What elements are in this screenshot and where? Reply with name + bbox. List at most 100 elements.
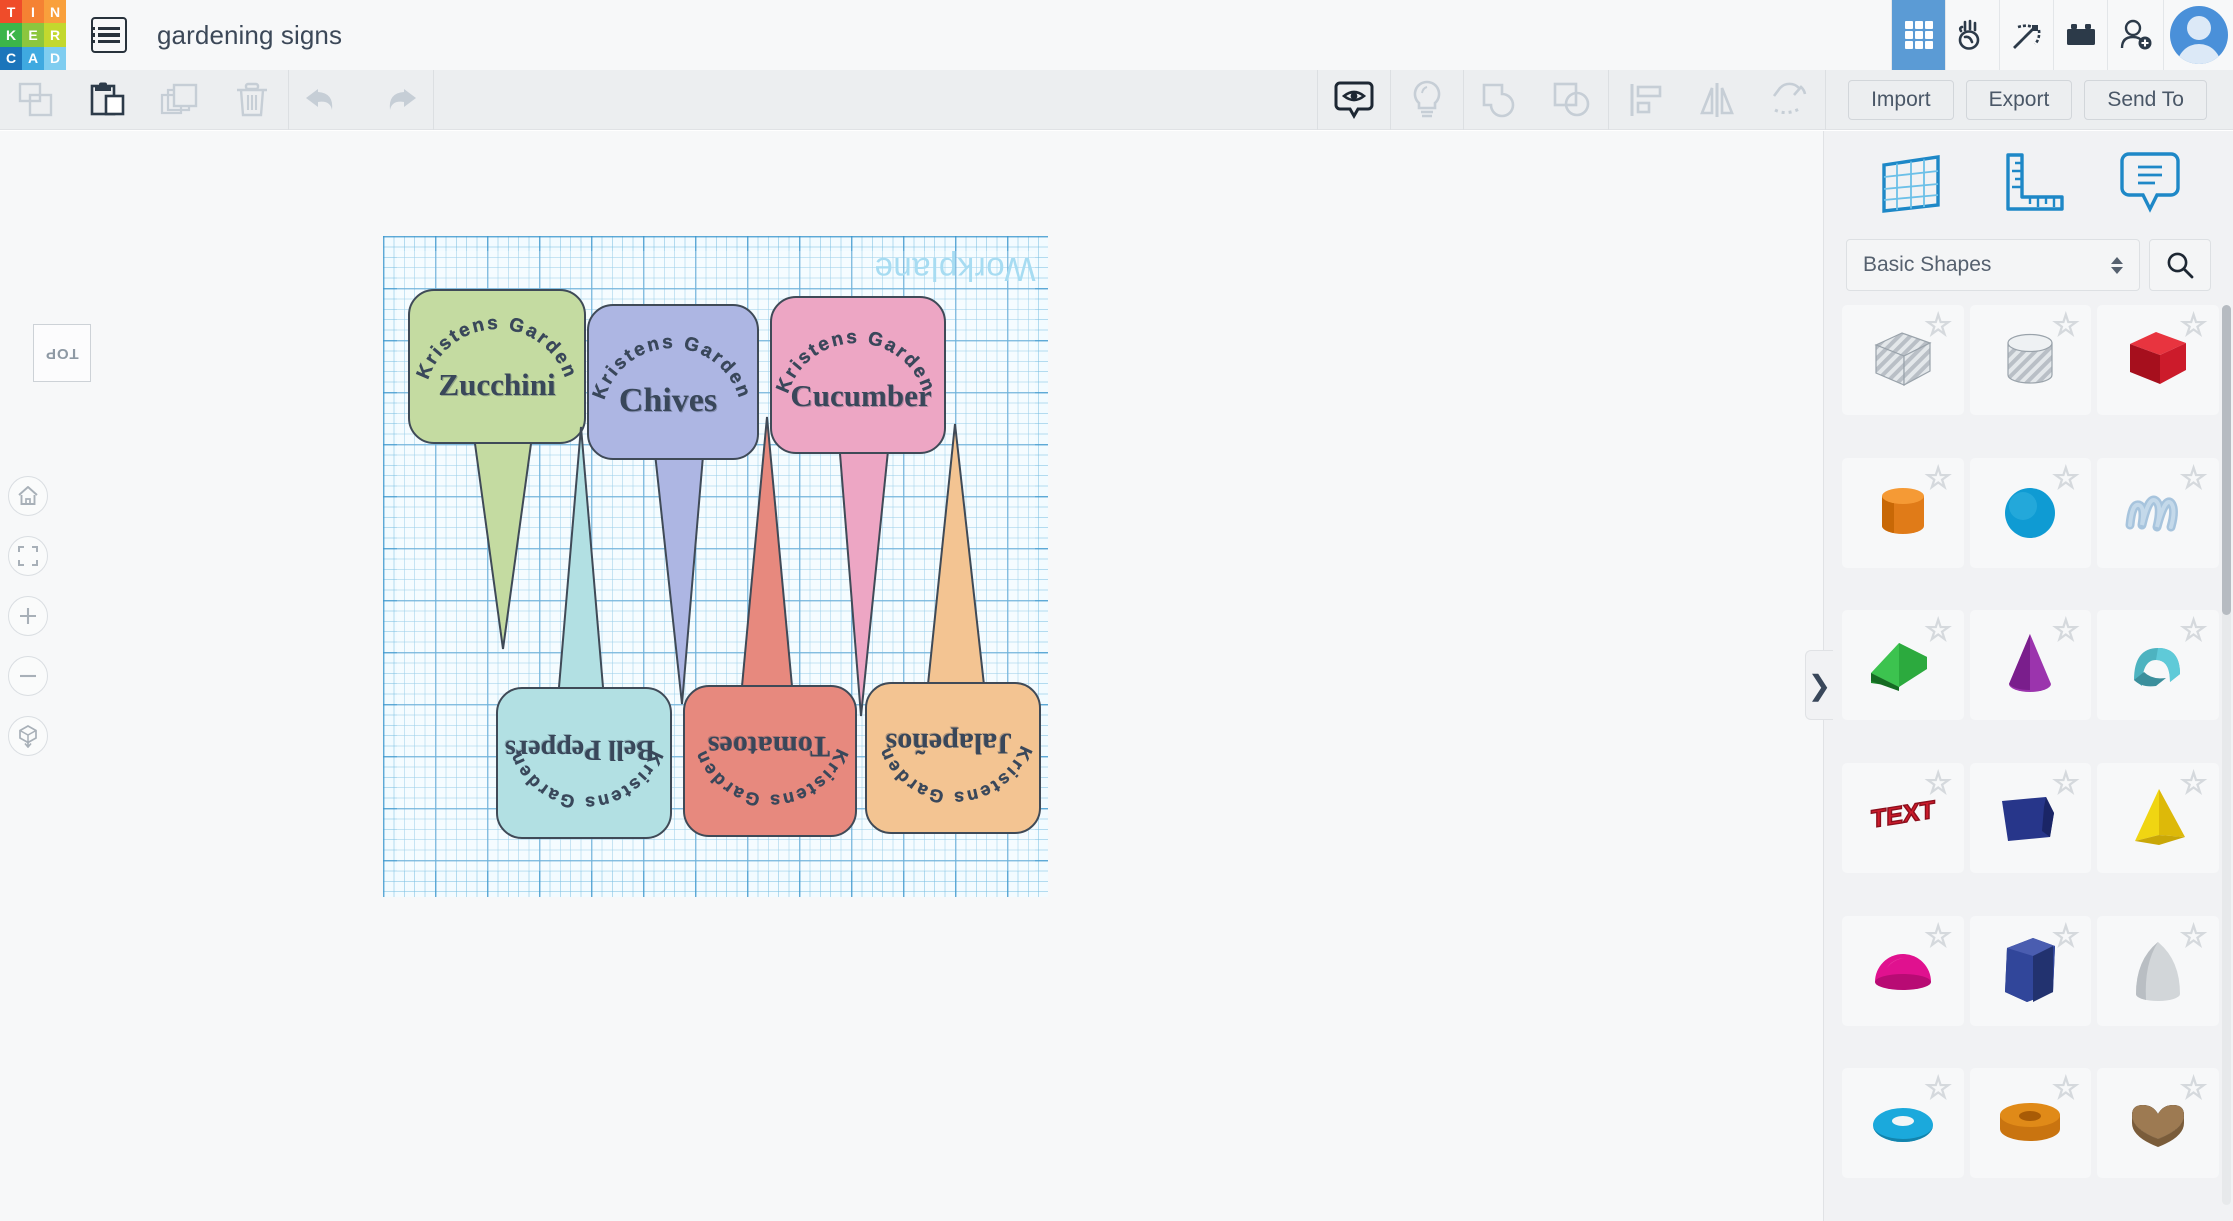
- shape-wedge[interactable]: ☆: [1842, 610, 1964, 720]
- favorite-star-icon[interactable]: ☆: [1925, 769, 1952, 799]
- shape-cone[interactable]: ☆: [1970, 610, 2092, 720]
- plus-icon: [17, 605, 39, 627]
- ruler-icon: [2000, 151, 2066, 213]
- shape-heart[interactable]: ☆: [2097, 1068, 2219, 1178]
- fit-frame-icon: [17, 545, 39, 567]
- shape-search-button[interactable]: [2149, 239, 2211, 291]
- home-view-button[interactable]: [8, 476, 48, 516]
- favorite-star-icon[interactable]: ☆: [2180, 464, 2207, 494]
- tomatoes-plant-name: Tomatoes: [679, 729, 859, 763]
- shape-roof[interactable]: ☆: [2097, 610, 2219, 720]
- align-icon: [1626, 81, 1664, 119]
- bell-peppers-plant-name: Bell Peppers: [486, 733, 674, 765]
- shape-paraboloid[interactable]: ☆: [2097, 916, 2219, 1026]
- favorite-star-icon[interactable]: ☆: [2180, 769, 2207, 799]
- hand-tinker-icon: [1956, 18, 1990, 52]
- redo-button[interactable]: [361, 70, 433, 130]
- shape-hex-prism[interactable]: ☆: [1970, 916, 2092, 1026]
- favorite-star-icon[interactable]: ☆: [1925, 1074, 1952, 1104]
- favorite-star-icon[interactable]: ☆: [1925, 311, 1952, 341]
- shape-box-hole[interactable]: ☆: [1842, 305, 1964, 415]
- mirror-button[interactable]: [1681, 70, 1753, 130]
- view-cube[interactable]: TOP: [33, 324, 91, 382]
- shape-half-sphere[interactable]: ☆: [1842, 916, 1964, 1026]
- logo-tile-k: K: [0, 23, 22, 46]
- favorite-star-icon[interactable]: ☆: [1925, 922, 1952, 952]
- shape-cylinder-hole[interactable]: ☆: [1970, 305, 2092, 415]
- import-button[interactable]: Import: [1848, 80, 1954, 120]
- favorite-star-icon[interactable]: ☆: [2052, 769, 2079, 799]
- export-button[interactable]: Export: [1966, 80, 2073, 120]
- shape-category-select[interactable]: Basic Shapes: [1846, 239, 2140, 291]
- sign-tomatoes[interactable]: Kristens Garden Tomatoes: [679, 409, 859, 837]
- favorite-star-icon[interactable]: ☆: [2180, 1074, 2207, 1104]
- shapes-grid[interactable]: ☆ ☆ ☆ ☆: [1824, 305, 2233, 1215]
- user-avatar[interactable]: [2163, 0, 2233, 70]
- favorite-star-icon[interactable]: ☆: [2052, 616, 2079, 646]
- cube-flat-icon: [16, 724, 40, 748]
- workplane-grid[interactable]: Workplane Kristens Garden Zucchini: [383, 236, 1048, 897]
- favorite-star-icon[interactable]: ☆: [2052, 311, 2079, 341]
- logo-tile-t: T: [0, 0, 22, 23]
- favorite-star-icon[interactable]: ☆: [2052, 1074, 2079, 1104]
- history-tools: [289, 70, 433, 130]
- shape-sphere[interactable]: ☆: [1970, 458, 2092, 568]
- note-callout-icon: [2119, 150, 2181, 214]
- logo-tile-i: I: [22, 0, 44, 23]
- shape-torus[interactable]: ☆: [1842, 1068, 1964, 1178]
- copy-button[interactable]: [0, 70, 72, 130]
- tinkercad-logo[interactable]: T I N K E R C A D: [0, 0, 66, 70]
- fit-all-button[interactable]: [8, 536, 48, 576]
- invite-people[interactable]: [2107, 0, 2163, 70]
- shape-tube[interactable]: ☆: [1970, 1068, 2092, 1178]
- sign-bell-peppers[interactable]: Kristens Garden Bell Peppers: [494, 419, 682, 839]
- favorite-star-icon[interactable]: ☆: [2180, 616, 2207, 646]
- workplane-tool[interactable]: [1876, 151, 1948, 218]
- favorite-star-icon[interactable]: ☆: [1925, 616, 1952, 646]
- shape-polygon[interactable]: ☆: [1970, 763, 2092, 873]
- panel-tool-icons: [1824, 131, 2233, 237]
- group-button[interactable]: [1464, 70, 1536, 130]
- show-hide-button[interactable]: [1318, 70, 1390, 130]
- collapse-panel-handle[interactable]: ❯: [1805, 650, 1833, 720]
- magnet-icon: [1769, 80, 1809, 120]
- clipboard-paste-icon: [88, 81, 128, 119]
- documents-list-icon[interactable]: [91, 17, 127, 53]
- zoom-in-button[interactable]: [8, 596, 48, 636]
- shape-pyramid[interactable]: ☆: [2097, 763, 2219, 873]
- lightbulb-icon: [1410, 79, 1444, 121]
- snap-magnet-button[interactable]: [1753, 70, 1825, 130]
- delete-button[interactable]: [216, 70, 288, 130]
- shapes-scrollbar-thumb[interactable]: [2222, 305, 2231, 615]
- shape-scribble[interactable]: ☆: [2097, 458, 2219, 568]
- ruler-tool[interactable]: [2000, 151, 2066, 218]
- duplicate-button[interactable]: [144, 70, 216, 130]
- tab-minecraft[interactable]: [1999, 0, 2053, 70]
- paste-button[interactable]: [72, 70, 144, 130]
- ortho-perspective-button[interactable]: [8, 716, 48, 756]
- shape-text[interactable]: ☆ TEXT: [1842, 763, 1964, 873]
- sign-jalapenos[interactable]: Kristens Garden Jalapeños: [857, 419, 1045, 834]
- favorite-star-icon[interactable]: ☆: [2180, 922, 2207, 952]
- tab-3d-design[interactable]: [1891, 0, 1945, 70]
- shape-cylinder[interactable]: ☆: [1842, 458, 1964, 568]
- align-button[interactable]: [1609, 70, 1681, 130]
- favorite-star-icon[interactable]: ☆: [2180, 311, 2207, 341]
- notes-tool[interactable]: [2119, 150, 2181, 219]
- undo-button[interactable]: [289, 70, 361, 130]
- tab-tinker-circuits[interactable]: [1945, 0, 1999, 70]
- logo-tile-n: N: [44, 0, 66, 23]
- ungroup-button[interactable]: [1536, 70, 1608, 130]
- favorite-star-icon[interactable]: ☆: [2052, 464, 2079, 494]
- top-bar: T I N K E R C A D gardening signs: [0, 0, 2233, 70]
- favorite-star-icon[interactable]: ☆: [2052, 922, 2079, 952]
- minus-icon: [17, 665, 39, 687]
- favorite-star-icon[interactable]: ☆: [1925, 464, 1952, 494]
- zoom-out-button[interactable]: [8, 656, 48, 696]
- tab-bricks[interactable]: [2053, 0, 2107, 70]
- jalapenos-plant-name: Jalapeños: [855, 726, 1043, 760]
- send-to-button[interactable]: Send To: [2084, 80, 2207, 120]
- design-canvas[interactable]: TOP: [0, 131, 1823, 1221]
- light-button[interactable]: [1391, 70, 1463, 130]
- shape-box[interactable]: ☆: [2097, 305, 2219, 415]
